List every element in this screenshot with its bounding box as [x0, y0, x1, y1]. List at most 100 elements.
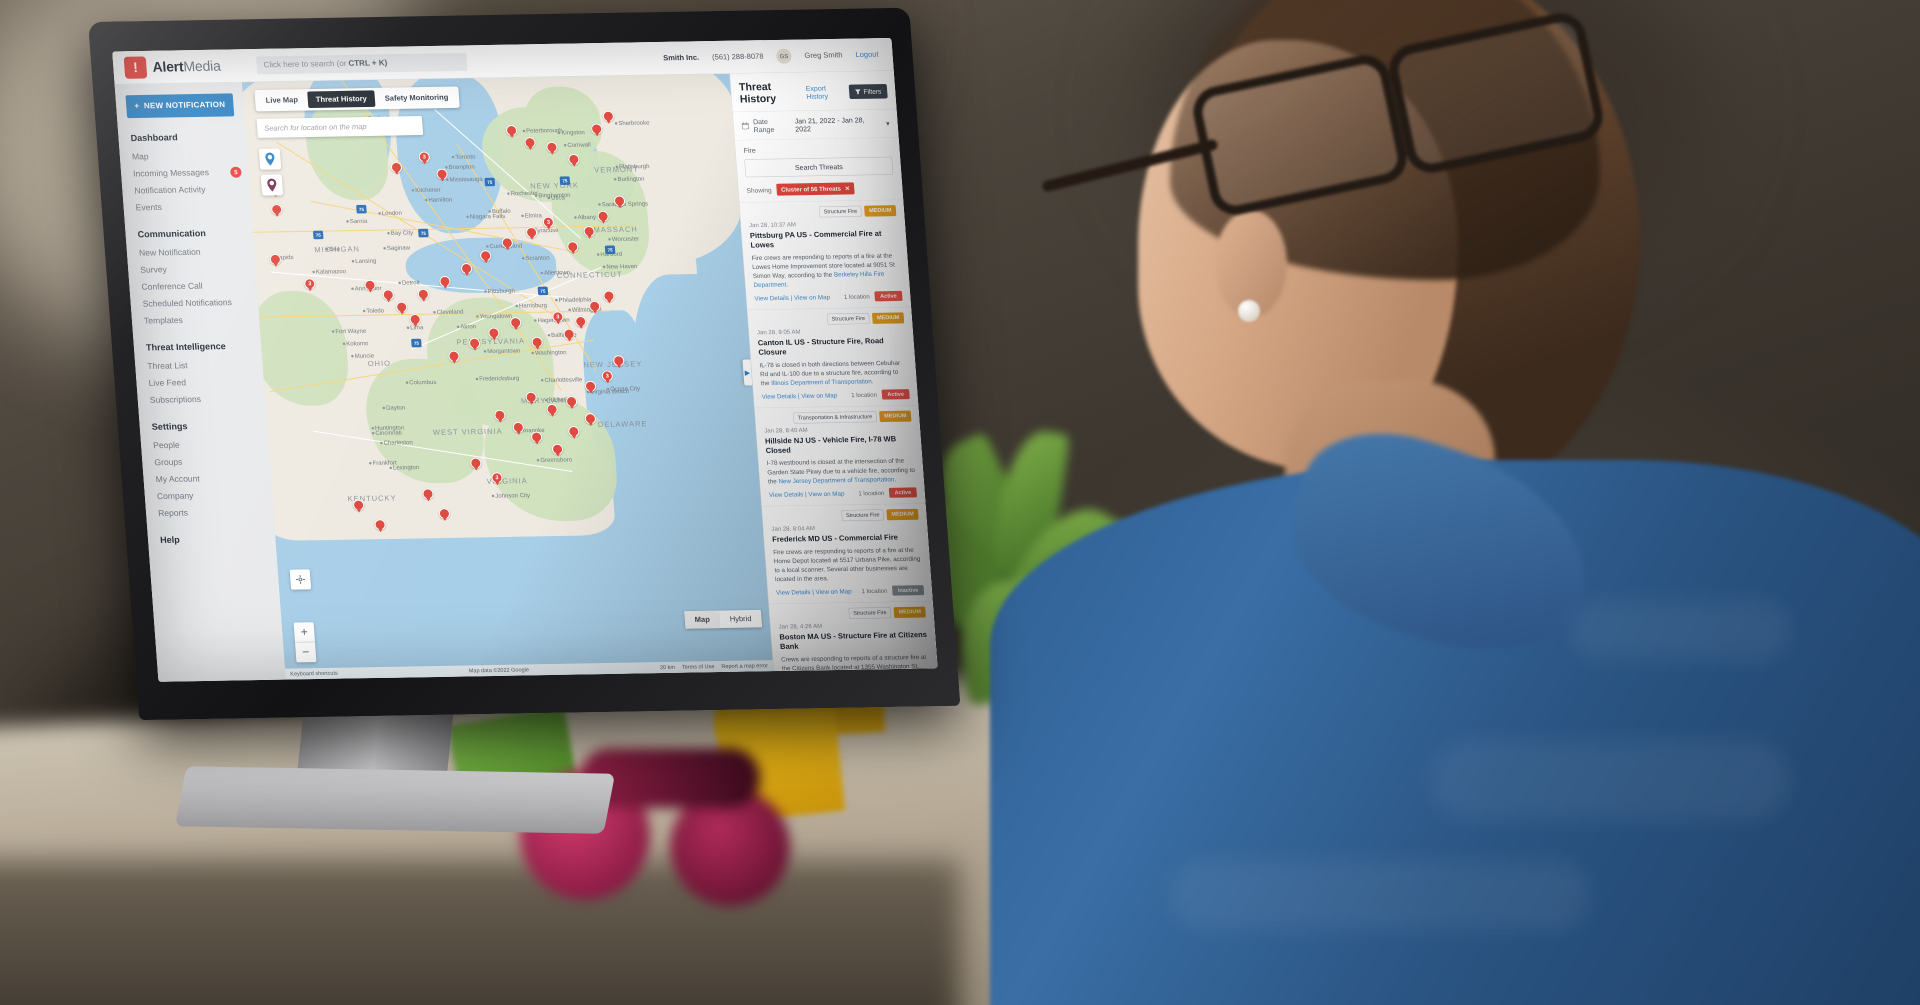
logout-link[interactable]: Logout: [855, 50, 879, 59]
tab-safety-monitoring[interactable]: Safety Monitoring: [376, 89, 457, 107]
threat-title[interactable]: Boston MA US - Structure Fire at Citizen…: [779, 630, 928, 651]
threat-shield-icon[interactable]: [260, 174, 284, 196]
map-threat-pin[interactable]: [551, 443, 564, 455]
map-threat-pin[interactable]: [574, 315, 587, 328]
map-type-map[interactable]: Map: [684, 610, 721, 629]
map-threat-pin[interactable]: [602, 110, 615, 122]
global-search-input[interactable]: Click here to search (or CTRL + K): [255, 52, 468, 75]
terms-of-use-link[interactable]: Terms of Use: [682, 664, 715, 671]
threat-title[interactable]: Pittsburg PA US - Commercial Fire at Low…: [750, 229, 899, 250]
sidebar-item-events[interactable]: Events: [123, 197, 251, 216]
map-zoom-controls[interactable]: + −: [293, 622, 317, 663]
threat-card-list[interactable]: Structure Fire MEDIUM Jan 28, 10:37 AM Pitt…: [739, 199, 938, 672]
map-canvas[interactable]: MICHIGAN OHIO PENNSYLVANIA NEW YORK VERMONT W…: [241, 73, 774, 680]
map-threat-pin[interactable]: [597, 210, 610, 222]
map-threat-pin[interactable]: [468, 337, 481, 349]
map-threat-pin[interactable]: [531, 336, 544, 348]
map-threat-pin[interactable]: [270, 203, 283, 216]
map-footer-links[interactable]: 20 km Terms of Use Report a map error: [660, 663, 768, 671]
search-threats-button[interactable]: Search Threats: [744, 156, 894, 178]
map-threat-pin[interactable]: [390, 161, 403, 173]
keyboard-shortcuts-label[interactable]: Keyboard shortcuts: [290, 670, 338, 677]
map-threat-pin[interactable]: [505, 124, 518, 137]
export-history-link[interactable]: Export History: [805, 84, 844, 100]
map-threat-pin[interactable]: 3: [418, 151, 431, 163]
threat-title[interactable]: Hillside NJ US - Vehicle Fire, I-78 WB C…: [765, 434, 914, 455]
map-threat-pin[interactable]: 3: [542, 216, 555, 228]
threat-card-links[interactable]: View Details | View on Map: [776, 588, 852, 596]
threat-source-link[interactable]: Illinois Department of Transportation: [771, 378, 872, 387]
sidebar-item-subscriptions[interactable]: Subscriptions: [137, 390, 265, 409]
map-threat-pin[interactable]: [590, 123, 603, 135]
map-threat-pin[interactable]: [584, 413, 597, 425]
map-threat-pin[interactable]: 3: [551, 311, 564, 323]
sidebar-item-incoming-messages[interactable]: Incoming Messages 5: [121, 164, 249, 183]
map-threat-pin[interactable]: [422, 488, 434, 500]
chevron-down-icon[interactable]: ▾: [886, 119, 890, 128]
threat-card-links[interactable]: View Details | View on Map: [754, 294, 830, 302]
map-threat-pin[interactable]: [439, 275, 451, 287]
threat-title[interactable]: Canton IL US - Structure Fire, Road Clos…: [758, 336, 907, 357]
map-type-hybrid[interactable]: Hybrid: [719, 610, 762, 628]
filters-button[interactable]: Filters: [848, 83, 888, 99]
report-map-error-link[interactable]: Report a map error: [721, 663, 768, 670]
map-threat-pin[interactable]: [546, 141, 558, 153]
map-layer-buttons[interactable]: [258, 148, 284, 200]
threat-card[interactable]: Structure Fire MEDIUM Jan 28, 8:04 AM Frede…: [761, 503, 933, 605]
map-threat-pin[interactable]: [469, 457, 482, 469]
threat-card[interactable]: Structure Fire MEDIUM Jan 28, 4:26 AM Bosto…: [768, 601, 938, 672]
map-threat-pin[interactable]: [509, 317, 522, 329]
map-threat-pin[interactable]: [487, 327, 500, 339]
threat-card[interactable]: Transportation & Infrastructure MEDIUM Jan…: [754, 405, 926, 507]
map-threat-pin[interactable]: [566, 241, 579, 253]
map-threat-pin[interactable]: [584, 380, 597, 392]
map-threat-pin[interactable]: [352, 499, 365, 511]
map-threat-pin[interactable]: [438, 507, 451, 520]
map-threat-pin[interactable]: [382, 289, 395, 301]
map-view-tabs[interactable]: Live Map Threat History Safety Monitorin…: [254, 86, 460, 112]
map-container[interactable]: MICHIGAN OHIO PENNSYLVANIA NEW YORK VERMONT W…: [241, 73, 774, 680]
map-threat-pin[interactable]: [501, 237, 514, 249]
map-threat-pin[interactable]: [269, 253, 282, 265]
tab-threat-history[interactable]: Threat History: [307, 90, 376, 109]
map-threat-pin[interactable]: [417, 288, 430, 300]
map-threat-pin[interactable]: 3: [601, 370, 614, 382]
map-threat-pin[interactable]: [546, 403, 559, 415]
map-threat-pin[interactable]: [525, 226, 538, 239]
map-threat-pin[interactable]: [563, 328, 576, 340]
user-name[interactable]: Greg Smith: [804, 51, 843, 60]
sidebar-item-templates[interactable]: Templates: [131, 311, 259, 330]
threat-card-links[interactable]: View Details | View on Map: [769, 490, 845, 498]
map-threat-pin[interactable]: [583, 225, 596, 238]
map-threat-pin[interactable]: [409, 313, 422, 325]
map-threat-pin[interactable]: [613, 195, 626, 207]
map-threat-pin[interactable]: [460, 262, 473, 275]
map-threat-pin[interactable]: 3: [491, 472, 503, 484]
map-threat-pin[interactable]: [525, 391, 538, 403]
map-threat-pin[interactable]: [588, 300, 601, 312]
threat-title[interactable]: Frederick MD US - Commercial Fire: [772, 533, 920, 545]
map-threat-pin[interactable]: [448, 350, 460, 362]
map-type-toggle[interactable]: Map Hybrid: [684, 609, 763, 629]
map-threat-pin[interactable]: [395, 301, 408, 313]
map-threat-pin[interactable]: [565, 395, 578, 408]
threat-card[interactable]: Structure Fire MEDIUM Jan 28, 9:05 AM Canto…: [747, 307, 919, 409]
location-pin-icon[interactable]: [258, 148, 282, 170]
map-threat-pin[interactable]: [479, 250, 492, 262]
brand-logo[interactable]: ! AlertMedia: [123, 54, 253, 79]
map-threat-pin[interactable]: [612, 355, 625, 367]
map-threat-pin[interactable]: [374, 519, 387, 531]
map-search-input[interactable]: Search for location on the map: [256, 116, 424, 138]
tab-live-map[interactable]: Live Map: [257, 92, 306, 109]
avatar[interactable]: GS: [775, 48, 793, 64]
close-icon[interactable]: ✕: [845, 185, 851, 192]
threat-source-link[interactable]: New Jersey Department of Transportation: [778, 476, 894, 485]
threat-card[interactable]: Structure Fire MEDIUM Jan 28, 10:37 AM Pitt…: [739, 199, 912, 311]
map-threat-pin[interactable]: [530, 431, 543, 443]
new-notification-button[interactable]: + NEW NOTIFICATION: [125, 93, 235, 119]
zoom-out-button[interactable]: −: [295, 642, 317, 663]
map-threat-pin[interactable]: [493, 409, 506, 421]
threat-card-links[interactable]: View Details | View on Map: [761, 392, 837, 400]
cluster-filter-chip[interactable]: Cluster of 56 Threats ✕: [776, 182, 855, 196]
map-threat-pin[interactable]: [512, 421, 525, 433]
